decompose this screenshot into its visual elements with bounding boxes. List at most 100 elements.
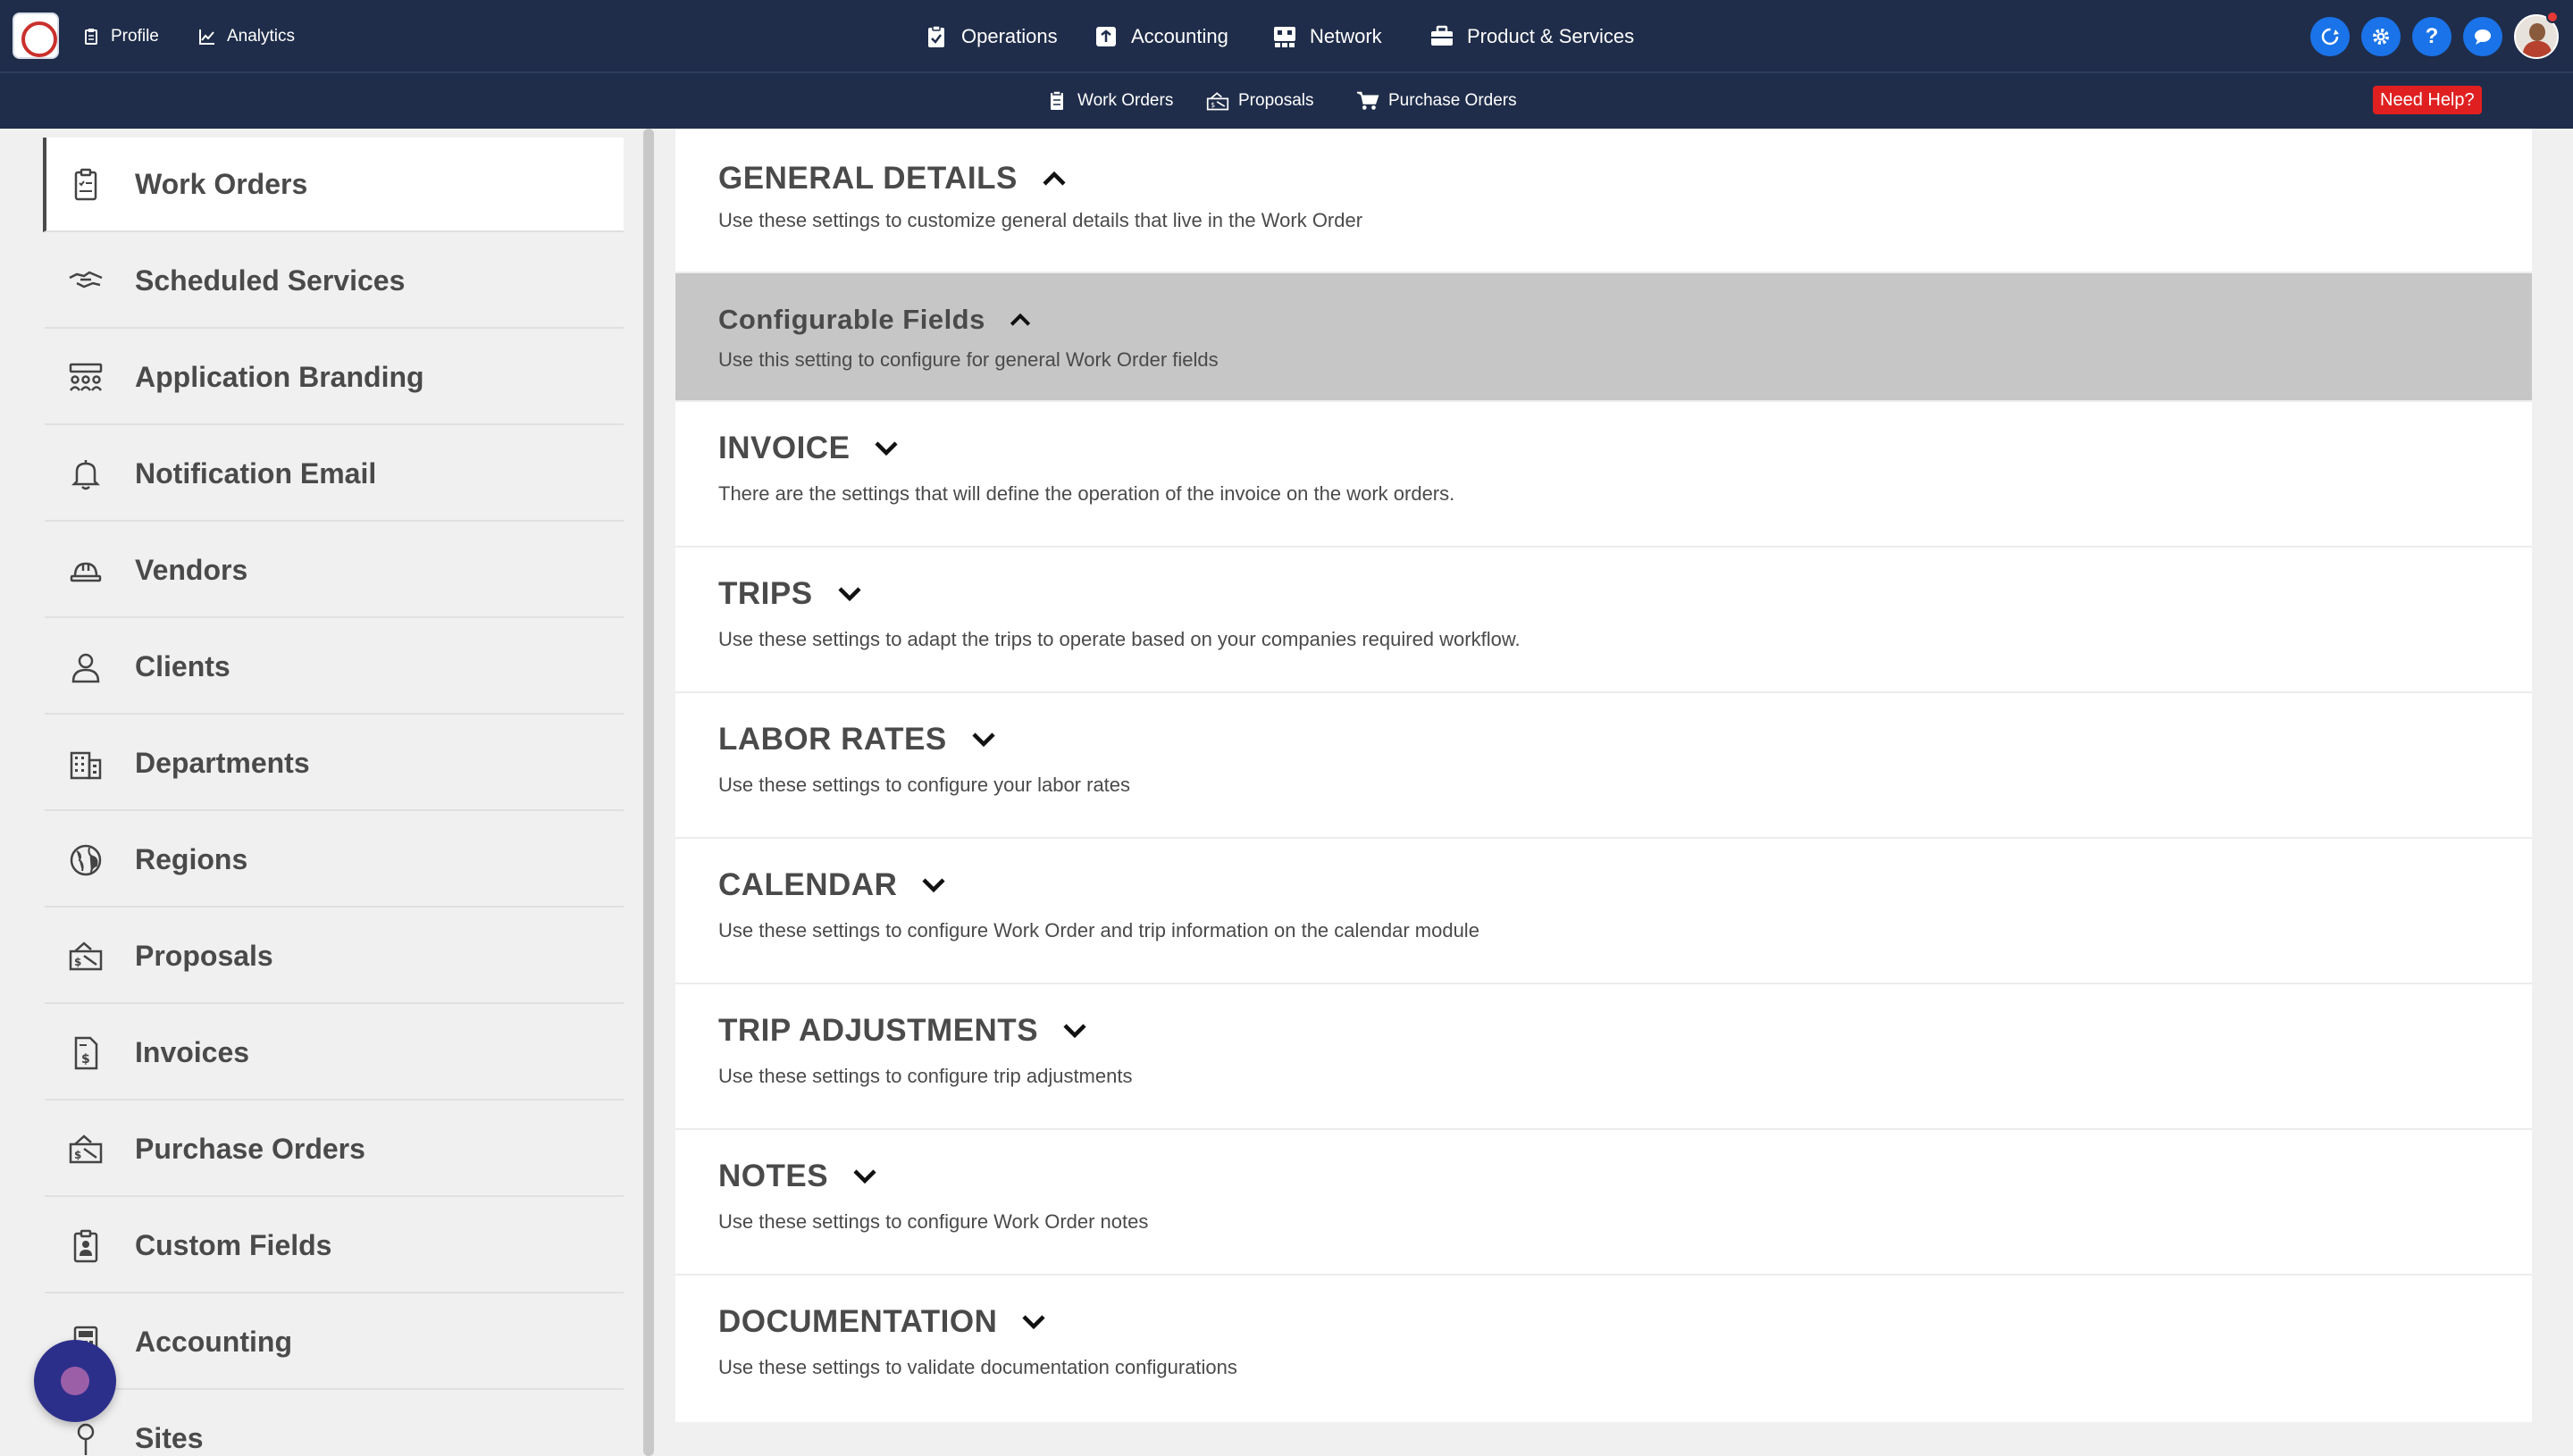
chevron-down-icon[interactable]: [871, 433, 901, 464]
sidebar-item-label: Notification Email: [135, 456, 377, 490]
sidebar-item-departments[interactable]: Departments: [45, 716, 624, 811]
chat-button[interactable]: [2463, 17, 2502, 56]
section-trips[interactable]: TRIPS Use these settings to adapt the tr…: [675, 548, 2532, 693]
top-navbar: Profile Analytics Operations Accounting …: [0, 0, 2573, 73]
sidebar-item-work-orders[interactable]: Work Orders: [43, 138, 624, 232]
section-title[interactable]: GENERAL DETAILS: [718, 161, 1069, 197]
section-title[interactable]: INVOICE: [718, 431, 901, 466]
help-button[interactable]: ?: [2412, 17, 2451, 56]
sidebar-item-regions[interactable]: Regions: [45, 813, 624, 908]
proposal-icon: $: [1206, 92, 1229, 111]
section-title[interactable]: TRIPS: [718, 576, 865, 612]
people-group-icon: [68, 360, 104, 396]
nav-analytics-label: Analytics: [227, 27, 296, 46]
sidebar-item-label: Departments: [135, 746, 310, 779]
chevron-down-icon[interactable]: [918, 870, 949, 900]
proposal-icon: $: [68, 939, 104, 975]
chart-line-icon: [199, 29, 214, 45]
chevron-up-icon[interactable]: [1007, 306, 1034, 333]
clipboard-check-icon: [928, 25, 944, 47]
sidebar-item-label: Vendors: [135, 553, 248, 586]
sidebar-item-label: Purchase Orders: [135, 1132, 365, 1165]
clipboard-icon: [1051, 90, 1063, 110]
clipboard-icon: [85, 29, 97, 45]
sync-icon: [2321, 28, 2339, 46]
section-invoice[interactable]: INVOICE There are the settings that will…: [675, 402, 2532, 548]
sidebar-item-clients[interactable]: Clients: [45, 620, 624, 715]
section-subtitle: Use these settings to customize general …: [718, 209, 1363, 231]
section-configurable-fields[interactable]: Configurable Fields Use this setting to …: [675, 273, 2532, 402]
sidebar-item-purchase-orders[interactable]: $ Purchase Orders: [45, 1102, 624, 1197]
chevron-down-icon[interactable]: [834, 579, 865, 609]
chevron-down-icon[interactable]: [850, 1161, 880, 1192]
chevron-down-icon[interactable]: [1060, 1016, 1090, 1046]
settings-button[interactable]: [2361, 17, 2401, 56]
question-icon: ?: [2425, 24, 2439, 48]
svg-text:$: $: [81, 1052, 90, 1067]
settings-panel: GENERAL DETAILS Use these settings to cu…: [675, 129, 2532, 1422]
sidebar-item-custom-fields[interactable]: Custom Fields: [45, 1199, 624, 1293]
section-title[interactable]: NOTES: [718, 1159, 880, 1194]
handshake-icon: [68, 264, 104, 299]
nav-operations-label: Operations: [961, 25, 1058, 47]
section-title[interactable]: Configurable Fields: [718, 304, 1034, 336]
sync-button[interactable]: [2310, 17, 2350, 56]
hard-hat-icon: [68, 553, 104, 589]
nav-operations[interactable]: Operations: [924, 20, 1058, 54]
bell-icon: [68, 456, 104, 492]
sidebar-item-proposals[interactable]: $ Proposals: [45, 909, 624, 1004]
nav-analytics[interactable]: Analytics: [198, 23, 295, 50]
clipboard-list-icon: [68, 167, 104, 203]
pin-icon: [68, 1421, 104, 1456]
nav-accounting[interactable]: Accounting: [1094, 20, 1228, 54]
sidebar-item-label: Scheduled Services: [135, 264, 406, 297]
app-logo[interactable]: [13, 13, 59, 59]
section-notes[interactable]: NOTES Use these settings to configure Wo…: [675, 1130, 2532, 1276]
sidebar-item-vendors[interactable]: Vendors: [45, 523, 624, 618]
section-documentation[interactable]: DOCUMENTATION Use these settings to vali…: [675, 1276, 2532, 1422]
nav-network[interactable]: Network: [1272, 20, 1382, 54]
user-icon: [68, 649, 104, 685]
chevron-up-icon[interactable]: [1039, 163, 1069, 194]
section-trip-adjustments[interactable]: TRIP ADJUSTMENTS Use these settings to c…: [675, 984, 2532, 1130]
briefcase-icon: [1431, 25, 1453, 46]
section-subtitle: Use these settings to validate documenta…: [718, 1356, 1237, 1378]
section-labor-rates[interactable]: LABOR RATES Use these settings to config…: [675, 693, 2532, 839]
section-subtitle: Use these settings to configure Work Ord…: [718, 1210, 1149, 1233]
svg-text:$: $: [74, 956, 81, 968]
subnav-proposals-label: Proposals: [1238, 91, 1314, 110]
sidebar-item-label: Clients: [135, 649, 230, 682]
chevron-down-icon[interactable]: [968, 724, 999, 755]
section-calendar[interactable]: CALENDAR Use these settings to configure…: [675, 839, 2532, 984]
section-title[interactable]: DOCUMENTATION: [718, 1304, 1049, 1340]
subnav-purchase-orders-label: Purchase Orders: [1388, 91, 1517, 110]
subnav-proposals[interactable]: $ Proposals: [1206, 88, 1314, 114]
sidebar-item-label: Regions: [135, 842, 248, 875]
subnav-purchase-orders[interactable]: Purchase Orders: [1356, 88, 1517, 114]
sidebar-scrollbar[interactable]: [643, 129, 654, 1456]
section-subtitle: Use these settings to configure trip adj…: [718, 1065, 1133, 1087]
chat-launcher-button[interactable]: [34, 1340, 116, 1422]
sidebar-item-application-branding[interactable]: Application Branding: [45, 331, 624, 425]
section-subtitle: Use these settings to adapt the trips to…: [718, 628, 1521, 650]
sidebar-item-sites[interactable]: Sites: [45, 1392, 624, 1456]
need-help-button[interactable]: Need Help?: [2373, 86, 2482, 114]
svg-text:$: $: [1211, 101, 1215, 109]
subnav-work-orders[interactable]: Work Orders: [1045, 88, 1173, 114]
sidebar-item-notification-email[interactable]: Notification Email: [45, 427, 624, 522]
sidebar-item-invoices[interactable]: $ Invoices: [45, 1006, 624, 1100]
sidebar-item-accounting[interactable]: Accounting: [45, 1295, 624, 1390]
section-title[interactable]: CALENDAR: [718, 867, 949, 903]
sidebar-item-label: Application Branding: [135, 360, 424, 393]
section-general-details[interactable]: GENERAL DETAILS Use these settings to cu…: [675, 129, 2532, 273]
section-title[interactable]: TRIP ADJUSTMENTS: [718, 1013, 1090, 1049]
sidebar-item-label: Sites: [135, 1421, 204, 1454]
nav-profile[interactable]: Profile: [82, 23, 159, 50]
section-subtitle: Use these settings to configure your lab…: [718, 774, 1131, 796]
nav-accounting-label: Accounting: [1131, 25, 1228, 47]
section-title[interactable]: LABOR RATES: [718, 722, 999, 757]
sidebar-item-scheduled-services[interactable]: Scheduled Services: [45, 234, 624, 329]
chevron-down-icon[interactable]: [1018, 1307, 1049, 1337]
nav-product-services-label: Product & Services: [1467, 25, 1635, 47]
nav-product-services[interactable]: Product & Services: [1429, 20, 1634, 54]
